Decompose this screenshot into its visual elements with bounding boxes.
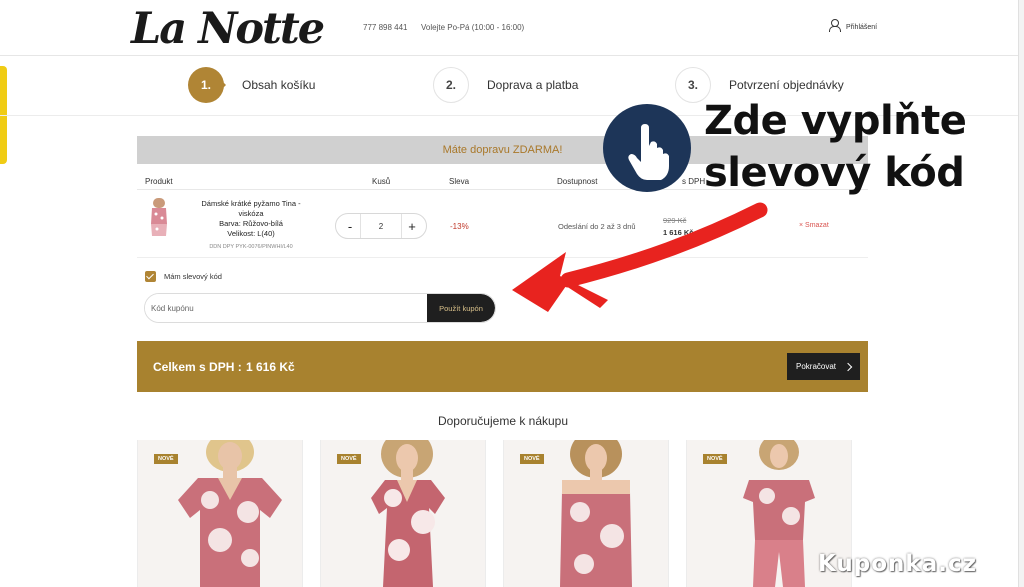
qty-input[interactable] (360, 214, 402, 238)
total-value: 1 616 Kč (246, 360, 295, 374)
product-card[interactable]: NOVÉ (503, 440, 669, 587)
site-logo[interactable]: La Notte (131, 4, 325, 54)
coupon-checkbox-label: Mám slevový kód (164, 272, 222, 281)
recommendations-title: Doporučujeme k nákupu (437, 414, 569, 428)
user-icon (829, 19, 841, 32)
qty-minus-button[interactable]: - (344, 219, 356, 234)
step-label: Doprava a platba (487, 78, 579, 92)
step-label: Obsah košíku (242, 78, 316, 92)
coupon-form: Použít kupón (144, 293, 496, 323)
step-label: Potvrzení objednávky (729, 78, 844, 92)
qty-plus-button[interactable]: + (406, 219, 418, 234)
new-badge: NOVÉ (337, 454, 361, 464)
col-availability: Dostupnost (557, 177, 598, 186)
coupon-input[interactable] (145, 294, 427, 322)
total-label: Celkem s DPH : (153, 360, 242, 374)
chevron-right-icon (469, 67, 481, 103)
product-code: DDN DPY PYK-0076/PINWHI/L40 (209, 244, 293, 250)
pointing-hand-icon (628, 124, 669, 180)
coupon-checkbox[interactable] (145, 271, 156, 282)
apply-coupon-button[interactable]: Použít kupón (427, 294, 495, 322)
col-qty: Kusů (372, 177, 391, 186)
product-name[interactable]: Dámské krátké pyžamo Tina - viskóza Barv… (195, 199, 307, 239)
col-discount: Sleva (449, 177, 470, 186)
step-shipping[interactable]: 2. Doprava a platba (433, 67, 578, 103)
continue-label: Pokračovat (796, 362, 837, 371)
site-header: La Notte 777 898 441 Volejte Po-Pá (10:0… (0, 0, 1024, 56)
availability-value: Odeslání do 2 až 3 dnů (558, 222, 636, 231)
product-thumbnail[interactable] (149, 198, 169, 242)
cart-row: Dámské krátké pyžamo Tina - viskóza Barv… (137, 192, 868, 258)
old-price: 929 Kč (663, 216, 687, 225)
new-badge: NOVÉ (154, 454, 178, 464)
chevron-right-icon (218, 67, 236, 103)
chevron-right-icon (843, 362, 853, 371)
scrollbar[interactable] (1018, 0, 1024, 587)
continue-button[interactable]: Pokračovat (787, 353, 860, 380)
col-product: Produkt (145, 177, 173, 186)
login-link[interactable]: Přihlášení (829, 19, 878, 32)
quantity-stepper: - + (335, 213, 427, 239)
product-card[interactable]: NOVÉ (137, 440, 303, 587)
pointing-hand-badge (603, 104, 691, 192)
new-badge: NOVÉ (703, 454, 727, 464)
step-number: 2. (433, 67, 469, 103)
step-cart[interactable]: 1. Obsah košíku (188, 67, 315, 103)
new-price: 1 616 Kč (663, 228, 694, 237)
new-badge: NOVÉ (520, 454, 544, 464)
coupon-toggle[interactable]: Mám slevový kód (145, 271, 222, 282)
total-bar: Celkem s DPH : 1 616 Kč Pokračovat (137, 341, 868, 392)
product-card[interactable]: NOVÉ (320, 440, 486, 587)
watermark: Kuponka.cz (818, 551, 978, 577)
callout-text: Zde vyplňte slevový kód (704, 98, 967, 196)
phone-number: 777 898 441 (363, 23, 408, 32)
login-label: Přihlášení (846, 23, 878, 31)
opening-hours: Volejte Po-Pá (10:00 - 16:00) (421, 23, 525, 32)
discount-value: -13% (450, 222, 469, 231)
remove-item-button[interactable]: × Smazat (799, 222, 829, 229)
